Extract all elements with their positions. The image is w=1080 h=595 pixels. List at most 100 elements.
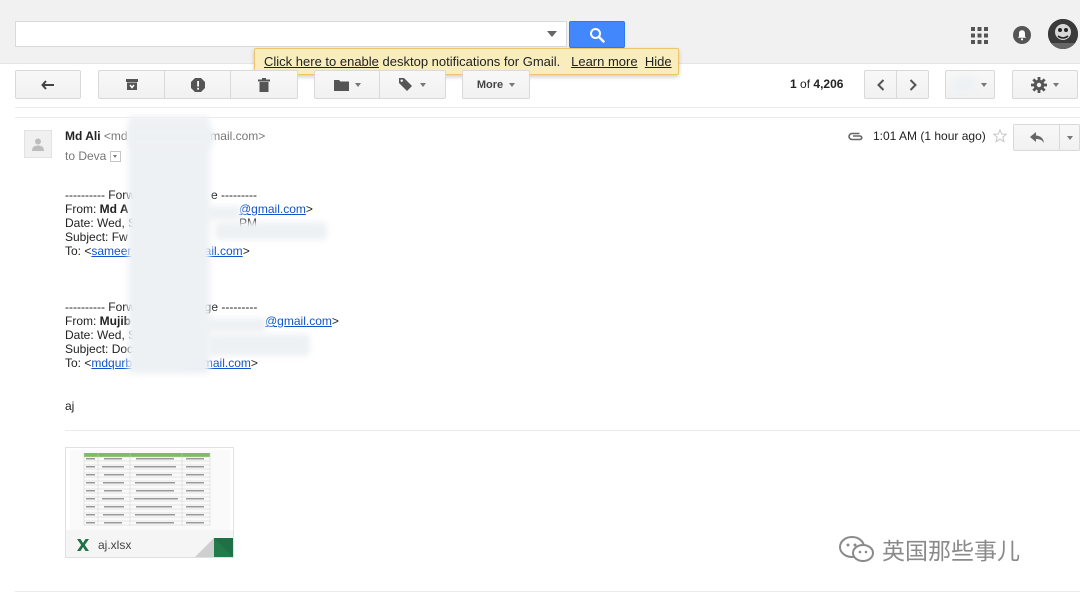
star-icon[interactable] bbox=[992, 129, 1007, 143]
forward1-from-email-close: > bbox=[305, 202, 313, 216]
forward1-to-email-start[interactable]: sameer bbox=[91, 244, 131, 258]
hide-link[interactable]: Hide bbox=[645, 54, 672, 69]
forward1-from-label: From: bbox=[65, 202, 100, 216]
move-to-button[interactable] bbox=[314, 70, 380, 99]
forward1-date: Date: Wed, S bbox=[65, 216, 137, 230]
more-actions-button[interactable]: More bbox=[462, 70, 530, 99]
label-tag-icon bbox=[399, 78, 412, 91]
redacted-region bbox=[953, 75, 975, 94]
forward2-from-email[interactable]: @gmail.com bbox=[265, 314, 332, 328]
forward2-to-label: To: < bbox=[65, 356, 92, 370]
report-spam-button[interactable] bbox=[164, 70, 231, 99]
forward1-header-left: ---------- Forw bbox=[65, 188, 135, 202]
redacted-region bbox=[200, 318, 266, 332]
forward1-subject: Subject: Fw bbox=[65, 230, 128, 244]
show-details-dropdown[interactable] bbox=[110, 150, 122, 162]
page-count: 1 of 4,206 bbox=[790, 77, 843, 91]
spreadsheet-thumbnail bbox=[70, 450, 230, 530]
watermark-text: 英国那些事儿 bbox=[882, 539, 1020, 565]
forward2-from-email-close: > bbox=[331, 314, 339, 328]
search-input[interactable] bbox=[15, 21, 567, 47]
forward1-from: From: Md A bbox=[65, 202, 129, 216]
trash-icon bbox=[258, 77, 270, 92]
older-button[interactable] bbox=[896, 70, 929, 99]
folder-icon bbox=[333, 79, 349, 91]
wechat-icon bbox=[839, 536, 874, 562]
delete-button[interactable] bbox=[230, 70, 298, 99]
forward1-to-label: To: < bbox=[65, 244, 92, 258]
search-options-dropdown[interactable] bbox=[547, 31, 557, 37]
chevron-right-icon bbox=[909, 78, 917, 91]
more-label: More bbox=[476, 78, 504, 91]
reply-icon bbox=[1029, 132, 1044, 143]
notifications-bell-icon[interactable] bbox=[1012, 25, 1032, 45]
person-icon bbox=[32, 138, 44, 151]
banner-text: desktop notifications for Gmail. bbox=[378, 54, 561, 69]
excel-x-icon bbox=[77, 538, 89, 551]
redacted-region bbox=[215, 222, 327, 240]
more-caret-icon bbox=[509, 82, 516, 87]
redacted-region bbox=[208, 334, 310, 356]
reply-button[interactable] bbox=[1013, 124, 1060, 151]
forward2-from-email-wrap: @gmail.com> bbox=[265, 314, 339, 328]
signature: aj bbox=[65, 399, 75, 413]
forward2-to-email-start[interactable]: mdqurb bbox=[91, 356, 132, 370]
paperclip-icon bbox=[848, 132, 863, 140]
sender-avatar bbox=[24, 130, 52, 158]
input-tools-caret-icon bbox=[981, 82, 987, 87]
forward2-subject: Subject: Doc bbox=[65, 342, 134, 356]
spam-icon bbox=[190, 77, 205, 92]
search-button[interactable] bbox=[569, 21, 625, 48]
message-more-button[interactable] bbox=[1059, 124, 1080, 151]
sender-email-start: <md bbox=[103, 129, 128, 143]
forward2-from-name: Mujib bbox=[99, 314, 131, 328]
bottom-divider bbox=[15, 591, 1080, 592]
settings-button[interactable] bbox=[1012, 70, 1078, 99]
gear-icon bbox=[1031, 76, 1047, 93]
wechat-watermark: 英国那些事儿 bbox=[838, 532, 1020, 566]
newer-button[interactable] bbox=[864, 70, 897, 99]
page-count-range: 1 bbox=[790, 77, 797, 91]
redacted-region bbox=[128, 128, 214, 146]
redacted-region bbox=[128, 116, 210, 374]
forward2-from-label: From: bbox=[65, 314, 100, 328]
attachment-card[interactable]: aj.xlsx bbox=[65, 447, 234, 558]
enable-notifications-link[interactable]: Click here to enable bbox=[264, 54, 379, 69]
sender-name: Md Ali bbox=[65, 129, 101, 143]
forward1-to: To: <sameer bbox=[65, 244, 131, 258]
toolbar-divider bbox=[15, 107, 1080, 108]
attachment-name: aj.xlsx bbox=[98, 537, 132, 552]
move-to-caret-icon bbox=[354, 82, 361, 87]
message-more-caret-icon bbox=[1066, 135, 1073, 140]
page-count-total: 4,206 bbox=[813, 77, 844, 91]
recipient-line: to Deva bbox=[65, 149, 122, 163]
account-avatar[interactable] bbox=[1048, 19, 1078, 49]
back-arrow-icon bbox=[41, 79, 54, 90]
message-time: 1:01 AM (1 hour ago) bbox=[873, 129, 986, 143]
forward1-from-email-wrap: @gmail.com> bbox=[239, 202, 313, 216]
forward1-to-close: > bbox=[242, 244, 250, 258]
apps-grid-icon[interactable] bbox=[971, 27, 988, 44]
recipient-text: to Deva bbox=[65, 149, 107, 163]
forward2-to-close: > bbox=[250, 356, 258, 370]
page-count-of: of bbox=[800, 77, 811, 91]
labels-caret-icon bbox=[420, 82, 426, 87]
input-tools-button[interactable] bbox=[945, 70, 995, 99]
archive-button[interactable] bbox=[98, 70, 165, 99]
chevron-left-icon bbox=[876, 78, 884, 91]
archive-icon bbox=[125, 79, 138, 90]
forward2-from: From: Mujib bbox=[65, 314, 131, 328]
back-to-inbox-button[interactable] bbox=[15, 70, 81, 99]
search-icon bbox=[590, 27, 605, 43]
forward2-to: To: <mdqurb bbox=[65, 356, 132, 370]
page-fold-icon bbox=[195, 538, 233, 557]
message-time-line: 1:01 AM (1 hour ago) bbox=[848, 129, 1007, 143]
forward1-from-email[interactable]: @gmail.com bbox=[239, 202, 306, 216]
settings-caret-icon bbox=[1053, 82, 1059, 87]
labels-button[interactable] bbox=[379, 70, 446, 99]
forward1-header-right: e --------- bbox=[211, 188, 257, 202]
redacted-region bbox=[205, 206, 241, 220]
forward2-header-left: ---------- Forw bbox=[65, 300, 135, 314]
learn-more-link[interactable]: Learn more bbox=[571, 54, 637, 69]
forward2-date: Date: Wed, S bbox=[65, 328, 137, 342]
